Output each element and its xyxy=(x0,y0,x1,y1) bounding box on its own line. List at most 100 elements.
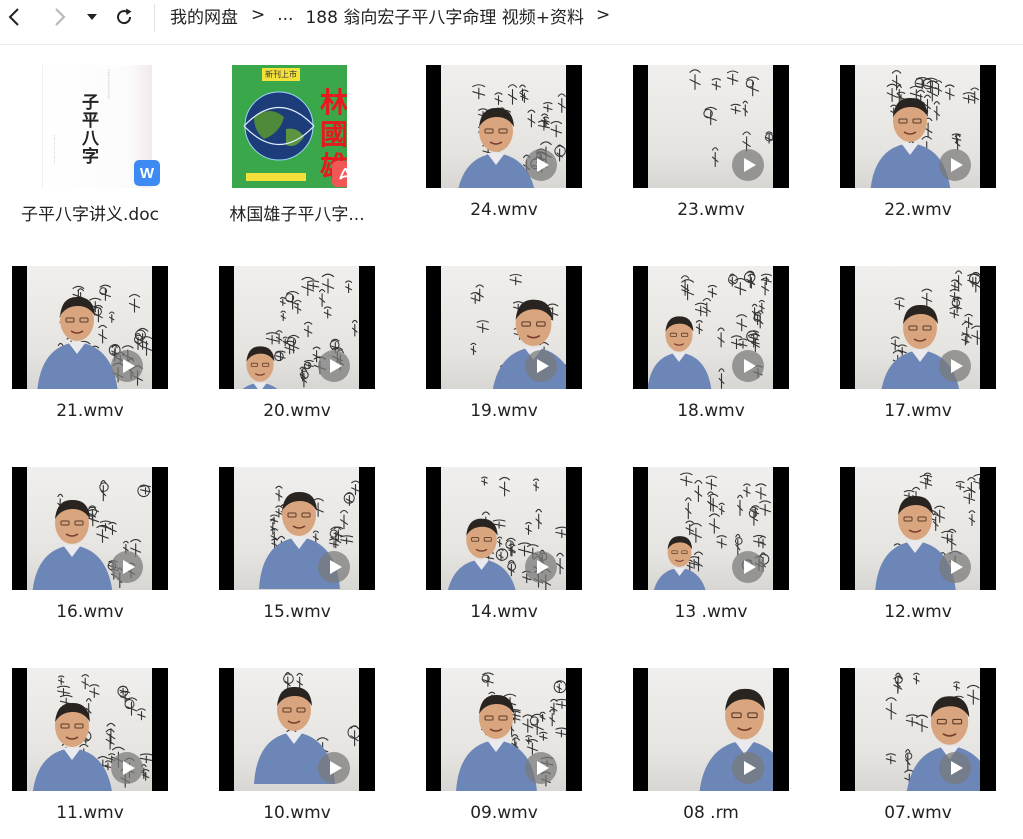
history-dropdown[interactable] xyxy=(80,0,104,34)
file-name[interactable]: 18.wmv xyxy=(621,401,801,421)
video-thumbnail xyxy=(426,467,582,590)
video-thumbnail xyxy=(840,65,996,188)
file-name[interactable]: 22.wmv xyxy=(828,200,1008,220)
file-tile[interactable]: 07.wmv xyxy=(828,648,1008,838)
video-frame xyxy=(441,266,566,389)
file-name[interactable]: 07.wmv xyxy=(828,803,1008,823)
file-tile[interactable]: ⋯⋯⋯⋯⋯ 子平八字 ⋯⋯⋯⋯⋯⋯ W 子平八字讲义.doc xyxy=(0,45,180,235)
play-button[interactable] xyxy=(939,149,971,181)
video-thumbnail xyxy=(633,467,789,590)
file-name[interactable]: 子平八字讲义.doc xyxy=(0,200,180,225)
play-button[interactable] xyxy=(318,551,350,583)
play-icon xyxy=(536,761,549,775)
file-tile[interactable]: 23.wmv xyxy=(621,45,801,235)
play-button[interactable] xyxy=(732,149,764,181)
file-tile[interactable]: 24.wmv xyxy=(414,45,594,235)
file-tile[interactable]: 22.wmv xyxy=(828,45,1008,235)
file-name[interactable]: 19.wmv xyxy=(414,401,594,421)
refresh-button[interactable] xyxy=(110,0,138,34)
file-tile[interactable]: 13 .wmv xyxy=(621,447,801,637)
toolbar: 我的网盘 > ... 188 翁向宏子平八字命理 视频+资料 > xyxy=(0,0,1023,45)
breadcrumb-separator: > xyxy=(251,5,266,25)
file-name[interactable]: 09.wmv xyxy=(414,803,594,823)
play-icon xyxy=(122,761,135,775)
play-button[interactable] xyxy=(111,752,143,784)
play-button[interactable] xyxy=(111,350,143,382)
file-name[interactable]: 12.wmv xyxy=(828,602,1008,622)
play-button[interactable] xyxy=(111,551,143,583)
file-name[interactable]: 11.wmv xyxy=(0,803,180,823)
video-frame xyxy=(441,65,566,188)
file-tile[interactable]: 21.wmv xyxy=(0,246,180,436)
play-button[interactable] xyxy=(732,551,764,583)
video-thumbnail xyxy=(426,65,582,188)
play-icon xyxy=(743,560,756,574)
video-thumbnail xyxy=(219,467,375,590)
video-frame xyxy=(855,65,980,188)
play-button[interactable] xyxy=(939,350,971,382)
file-name[interactable]: 16.wmv xyxy=(0,602,180,622)
play-button[interactable] xyxy=(318,350,350,382)
back-button[interactable] xyxy=(0,0,28,34)
file-name[interactable]: 23.wmv xyxy=(621,200,801,220)
file-tile[interactable]: 新刊上市 林國雄 林国雄子平八字... xyxy=(207,45,387,235)
file-tile[interactable]: 18.wmv xyxy=(621,246,801,436)
pdf-badge-icon xyxy=(332,161,347,187)
play-button[interactable] xyxy=(525,350,557,382)
file-tile[interactable]: 09.wmv xyxy=(414,648,594,838)
play-icon xyxy=(536,359,549,373)
video-frame xyxy=(648,65,773,188)
file-tile[interactable]: 16.wmv xyxy=(0,447,180,637)
video-frame xyxy=(855,467,980,590)
doc-cover-title: 子平八字 xyxy=(78,93,98,165)
presenter-figure xyxy=(37,296,118,389)
file-tile[interactable]: 20.wmv xyxy=(207,246,387,436)
file-tile[interactable]: 17.wmv xyxy=(828,246,1008,436)
presenter-figure xyxy=(447,518,516,590)
doc-cover-footer: ⋯⋯⋯⋯⋯⋯ xyxy=(51,135,57,165)
file-name[interactable]: 13 .wmv xyxy=(621,602,801,622)
file-tile[interactable]: 11.wmv xyxy=(0,648,180,838)
file-tile[interactable]: 15.wmv xyxy=(207,447,387,637)
breadcrumb-current[interactable]: 188 翁向宏子平八字命理 视频+资料 xyxy=(305,3,584,28)
play-button[interactable] xyxy=(525,551,557,583)
file-tile[interactable]: 08 .rm xyxy=(621,648,801,838)
file-name[interactable]: 15.wmv xyxy=(207,602,387,622)
play-button[interactable] xyxy=(525,149,557,181)
play-button[interactable] xyxy=(732,350,764,382)
play-icon xyxy=(329,560,342,574)
play-button[interactable] xyxy=(318,752,350,784)
play-icon xyxy=(950,761,963,775)
play-button[interactable] xyxy=(525,752,557,784)
presenter-figure xyxy=(32,499,113,590)
play-icon xyxy=(950,560,963,574)
breadcrumb-trailing-separator[interactable]: > xyxy=(596,5,610,25)
presenter-figure xyxy=(653,536,706,590)
file-tile[interactable]: 10.wmv xyxy=(207,648,387,838)
file-tile[interactable]: 14.wmv xyxy=(414,447,594,637)
video-frame xyxy=(234,266,359,389)
file-name[interactable]: 17.wmv xyxy=(828,401,1008,421)
play-icon xyxy=(122,560,135,574)
file-name[interactable]: 08 .rm xyxy=(621,803,801,823)
file-tile[interactable]: 19.wmv xyxy=(414,246,594,436)
play-button[interactable] xyxy=(732,752,764,784)
video-frame xyxy=(234,668,359,791)
file-name[interactable]: 10.wmv xyxy=(207,803,387,823)
breadcrumb-ellipsis[interactable]: ... xyxy=(277,5,293,25)
file-name[interactable]: 20.wmv xyxy=(207,401,387,421)
forward-button[interactable] xyxy=(46,0,74,34)
play-icon xyxy=(743,359,756,373)
video-frame xyxy=(234,467,359,590)
file-name[interactable]: 21.wmv xyxy=(0,401,180,421)
file-name[interactable]: 林国雄子平八字... xyxy=(207,200,387,225)
breadcrumb-root[interactable]: 我的网盘 xyxy=(170,3,238,28)
file-name[interactable]: 14.wmv xyxy=(414,602,594,622)
video-frame xyxy=(441,668,566,791)
file-name[interactable]: 24.wmv xyxy=(414,200,594,220)
video-thumbnail xyxy=(633,65,789,188)
file-tile[interactable]: 12.wmv xyxy=(828,447,1008,637)
play-button[interactable] xyxy=(939,551,971,583)
play-button[interactable] xyxy=(939,752,971,784)
play-icon xyxy=(329,359,342,373)
